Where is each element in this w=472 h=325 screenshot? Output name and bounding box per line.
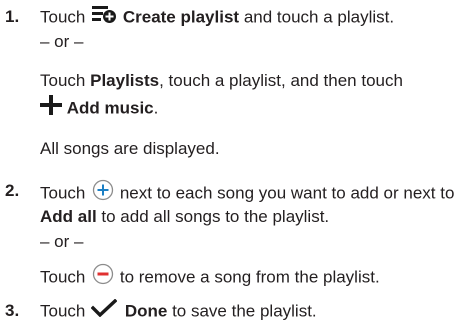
- step-2-line-2-suffix: to add all songs to the playlist.: [101, 207, 330, 226]
- touch-text: Touch: [40, 71, 86, 90]
- instruction-page: 1. Touch Create playlist and touch a pla…: [0, 0, 472, 325]
- step-2-line-2: Add all to add all songs to the playlist…: [40, 206, 329, 228]
- result-text: All songs are displayed.: [40, 139, 220, 158]
- circle-minus-icon: [92, 263, 114, 291]
- checkmark-icon: [90, 298, 118, 323]
- create-playlist-label: Create playlist: [122, 7, 240, 27]
- create-playlist-icon: [92, 5, 117, 29]
- plus-icon: [40, 95, 62, 121]
- or-separator: – or –: [40, 32, 84, 51]
- step-1-line-1: Touch Create playlist and touch a playli…: [40, 6, 394, 30]
- touch-text: Touch: [40, 7, 86, 27]
- step-3-line-1-suffix: to save the playlist.: [172, 301, 317, 321]
- step-1-alt-line: Touch Playlists, touch a playlist, and t…: [40, 70, 403, 92]
- step-2-remove-suffix: to remove a song from the playlist.: [119, 267, 380, 287]
- or-separator: – or –: [40, 232, 84, 251]
- circle-plus-icon: [92, 179, 114, 207]
- step-number: 3.: [5, 301, 20, 320]
- touch-text: Touch: [40, 267, 86, 287]
- step-1-add-music-line: Add music.: [40, 95, 159, 122]
- step-2-remove-line: Touch to remove a song from the playlist…: [40, 263, 380, 292]
- step-1-alt-suffix: , touch a playlist, and then touch: [159, 71, 403, 90]
- step-number: 1.: [5, 7, 20, 26]
- touch-text: Touch: [40, 301, 86, 321]
- period: .: [153, 98, 159, 118]
- playlists-label: Playlists: [90, 71, 160, 90]
- step-2-line-1-suffix: next to each song you want to add or nex…: [119, 183, 455, 203]
- done-label: Done: [124, 301, 168, 321]
- touch-text: Touch: [40, 183, 86, 203]
- step-2-line-1: Touch next to each song you want to add …: [40, 179, 455, 208]
- step-3-line-1: Touch Done to save the playlist.: [40, 298, 317, 324]
- add-all-label: Add all: [40, 207, 97, 226]
- add-music-label: Add music: [66, 98, 154, 118]
- step-1-line-1-suffix: and touch a playlist.: [243, 7, 395, 27]
- step-number: 2.: [5, 181, 20, 200]
